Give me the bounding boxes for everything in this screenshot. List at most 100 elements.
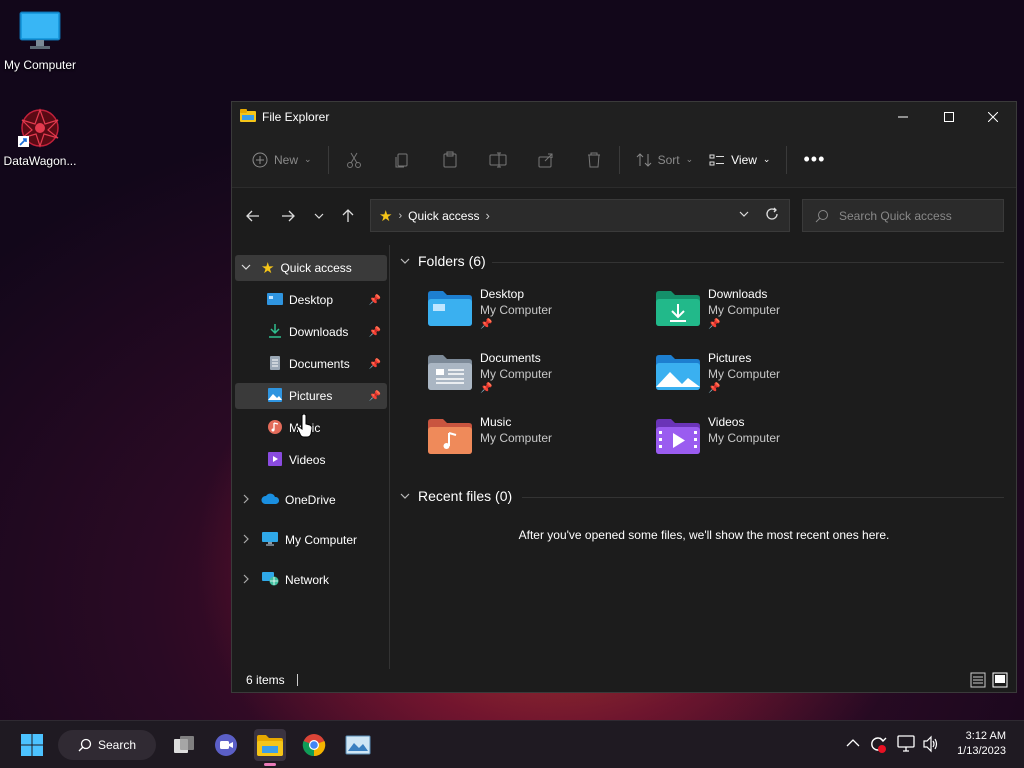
sidebar-item-onedrive[interactable]: OneDrive xyxy=(235,487,387,513)
details-view-icon xyxy=(970,672,986,688)
chrome-taskbar-button[interactable] xyxy=(298,729,330,761)
folders-section-header[interactable]: Folders (6) xyxy=(400,253,486,269)
copy-button[interactable] xyxy=(385,144,419,176)
ellipsis-icon: ••• xyxy=(803,149,826,169)
divider xyxy=(327,145,329,174)
pin-icon: 📌 xyxy=(368,294,381,306)
refresh-icon[interactable] xyxy=(765,207,779,224)
details-view-button[interactable] xyxy=(970,672,986,691)
minimize-button[interactable] xyxy=(880,102,926,132)
navigation-pane: ★ Quick access Desktop 📌 Downloads 📌 Doc… xyxy=(232,245,390,669)
windows-logo-icon xyxy=(21,734,43,756)
teams-chat-button[interactable] xyxy=(210,729,242,761)
sidebar-item-label: Quick access xyxy=(280,261,352,275)
chevron-down-icon xyxy=(400,258,410,264)
desktop-folder-icon xyxy=(267,292,283,309)
folder-tile-downloads[interactable]: Downloads My Computer 📌 xyxy=(656,286,780,332)
folder-tile-desktop[interactable]: Desktop My Computer 📌 xyxy=(428,286,552,332)
sidebar-item-videos[interactable]: Videos xyxy=(235,447,387,473)
task-view-icon xyxy=(174,736,194,753)
rename-button[interactable] xyxy=(481,144,515,176)
arrow-left-icon xyxy=(246,210,259,222)
trash-icon xyxy=(587,152,600,167)
breadcrumb-quick-access[interactable]: Quick access xyxy=(408,209,479,223)
desktop-icon-label: DataWagon... xyxy=(3,154,77,168)
taskbar-search-button[interactable]: Search xyxy=(58,730,156,760)
sidebar-item-pictures[interactable]: Pictures 📌 xyxy=(235,383,387,409)
share-button[interactable] xyxy=(529,144,563,176)
active-indicator xyxy=(264,763,276,766)
title-bar[interactable]: File Explorer xyxy=(232,102,1016,132)
sidebar-item-my-computer[interactable]: My Computer xyxy=(235,527,387,553)
network-monitor-icon xyxy=(897,735,915,752)
sidebar-item-network[interactable]: Network xyxy=(235,567,387,593)
download-arrow-icon xyxy=(267,323,283,341)
chevron-right-icon[interactable] xyxy=(241,533,257,547)
breadcrumb-chevron-icon[interactable]: › xyxy=(485,208,489,223)
recent-locations-button[interactable] xyxy=(303,200,335,232)
taskbar-clock[interactable]: 3:12 AM 1/13/2023 xyxy=(957,729,1006,759)
breadcrumb-chevron-icon: › xyxy=(398,209,403,222)
sidebar-item-desktop[interactable]: Desktop 📌 xyxy=(235,287,387,313)
command-bar: New ⌄ Sort ⌄ View ⌄ ••• xyxy=(232,132,1016,188)
volume-button[interactable] xyxy=(922,735,940,756)
chevron-right-icon[interactable] xyxy=(241,493,257,507)
back-button[interactable] xyxy=(237,200,269,232)
more-options-button[interactable]: ••• xyxy=(795,144,833,176)
delete-button[interactable] xyxy=(577,144,611,176)
sidebar-item-downloads[interactable]: Downloads 📌 xyxy=(235,319,387,345)
image-viewer-icon xyxy=(345,735,371,755)
folder-location: My Computer xyxy=(480,367,553,381)
chevron-down-icon[interactable] xyxy=(241,261,257,275)
chevron-right-icon[interactable] xyxy=(241,573,257,587)
sidebar-item-quick-access[interactable]: ★ Quick access xyxy=(235,255,387,281)
desktop-folder-icon xyxy=(428,290,472,326)
chat-camera-icon xyxy=(215,734,237,756)
desktop-icon-label: My Computer xyxy=(3,58,77,72)
desktop-icon-datawagon[interactable]: DataWagon... xyxy=(0,106,80,168)
new-button[interactable]: New ⌄ xyxy=(244,144,320,176)
show-hidden-icons-button[interactable] xyxy=(846,737,860,751)
status-divider xyxy=(296,674,298,686)
star-icon: ★ xyxy=(261,260,275,277)
chevron-up-icon xyxy=(846,739,860,747)
desktop-icon-my-computer[interactable]: My Computer xyxy=(0,10,80,72)
folder-tile-pictures[interactable]: Pictures My Computer 📌 xyxy=(656,350,780,396)
address-dropdown-icon[interactable] xyxy=(739,208,749,222)
view-button[interactable]: View ⌄ xyxy=(701,144,778,176)
maximize-button[interactable] xyxy=(926,102,972,132)
downloads-folder-icon xyxy=(656,290,700,326)
file-explorer-taskbar-button[interactable] xyxy=(254,729,286,761)
photos-taskbar-button[interactable] xyxy=(342,729,374,761)
folder-tile-videos[interactable]: Videos My Computer xyxy=(656,414,780,454)
folder-tile-documents[interactable]: Documents My Computer 📌 xyxy=(428,350,552,396)
tiles-view-button[interactable] xyxy=(992,672,1008,691)
forward-button[interactable] xyxy=(272,200,304,232)
start-button[interactable] xyxy=(16,729,48,761)
content-pane: Folders (6) Desktop My Computer 📌 Downlo… xyxy=(392,245,1016,669)
taskbar: Search 3:12 AM 1/13/2023 xyxy=(0,720,1024,768)
plus-circle-icon xyxy=(252,152,268,167)
sort-button[interactable]: Sort ⌄ xyxy=(628,144,702,176)
search-label: Search xyxy=(97,738,137,752)
window-title: File Explorer xyxy=(262,110,330,124)
search-box[interactable]: Search Quick access xyxy=(802,199,1004,232)
cut-button[interactable] xyxy=(337,144,371,176)
sync-status-button[interactable] xyxy=(868,734,888,757)
recent-files-section-header[interactable]: Recent files (0) xyxy=(400,488,512,504)
task-view-button[interactable] xyxy=(168,729,200,761)
up-button[interactable] xyxy=(332,200,364,232)
view-label: View xyxy=(731,152,757,167)
chevron-down-icon xyxy=(314,213,324,219)
folder-tile-music[interactable]: Music My Computer xyxy=(428,414,552,454)
pin-icon: 📌 xyxy=(368,326,381,338)
maximize-icon xyxy=(944,112,954,122)
address-bar[interactable]: ★ › Quick access › xyxy=(370,199,790,232)
paste-button[interactable] xyxy=(433,144,467,176)
sort-label: Sort xyxy=(657,152,680,167)
sync-icon xyxy=(871,737,887,753)
sidebar-item-documents[interactable]: Documents 📌 xyxy=(235,351,387,377)
network-status-button[interactable] xyxy=(896,735,916,756)
close-button[interactable] xyxy=(970,102,1016,132)
music-folder-icon xyxy=(428,418,472,454)
